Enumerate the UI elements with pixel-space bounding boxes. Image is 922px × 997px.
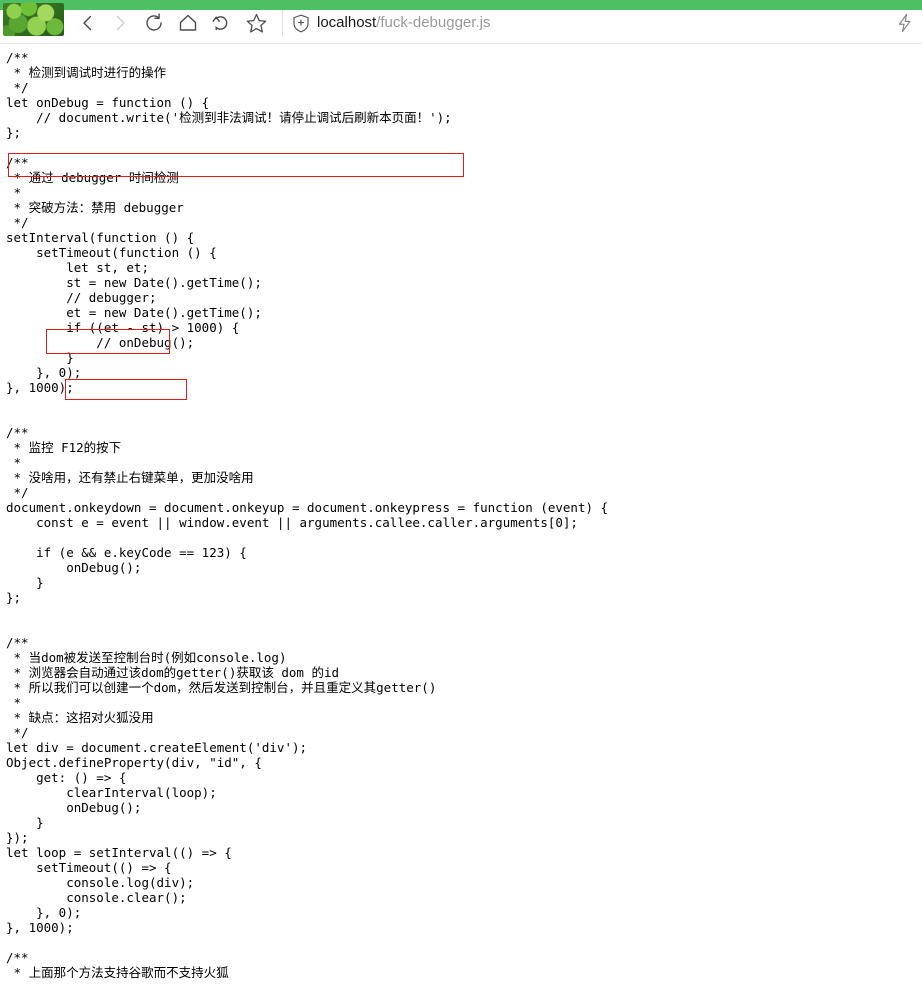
home-button[interactable] bbox=[174, 9, 202, 37]
avatar[interactable] bbox=[3, 3, 64, 36]
source-code-text: /** * 检测到调试时进行的操作 */ let onDebug = funct… bbox=[6, 50, 609, 980]
star-icon bbox=[245, 12, 268, 35]
reload-icon bbox=[143, 12, 165, 34]
source-code-viewer[interactable]: /** * 检测到调试时进行的操作 */ let onDebug = funct… bbox=[0, 44, 922, 997]
accent-bar bbox=[0, 0, 922, 10]
url-host: localhost bbox=[317, 14, 377, 31]
back-button[interactable] bbox=[74, 9, 102, 37]
reload-button[interactable] bbox=[140, 9, 168, 37]
history-button[interactable] bbox=[208, 9, 236, 37]
bookmark-button[interactable] bbox=[242, 9, 270, 37]
chevron-left-icon bbox=[78, 13, 98, 33]
flash-lightning-icon[interactable] bbox=[894, 12, 916, 34]
undo-arrow-icon bbox=[211, 12, 233, 34]
toolbar-divider bbox=[282, 10, 283, 36]
url-path: /fuck-debugger.js bbox=[376, 14, 491, 31]
url-text: localhost/fuck-debugger.js bbox=[317, 11, 490, 35]
browser-chrome: localhost/fuck-debugger.js bbox=[0, 0, 922, 44]
address-bar[interactable]: localhost/fuck-debugger.js bbox=[292, 11, 490, 35]
shield-plus-icon[interactable] bbox=[292, 14, 310, 33]
forward-button[interactable] bbox=[106, 9, 134, 37]
chevron-right-icon bbox=[110, 13, 130, 33]
home-icon bbox=[177, 12, 199, 34]
